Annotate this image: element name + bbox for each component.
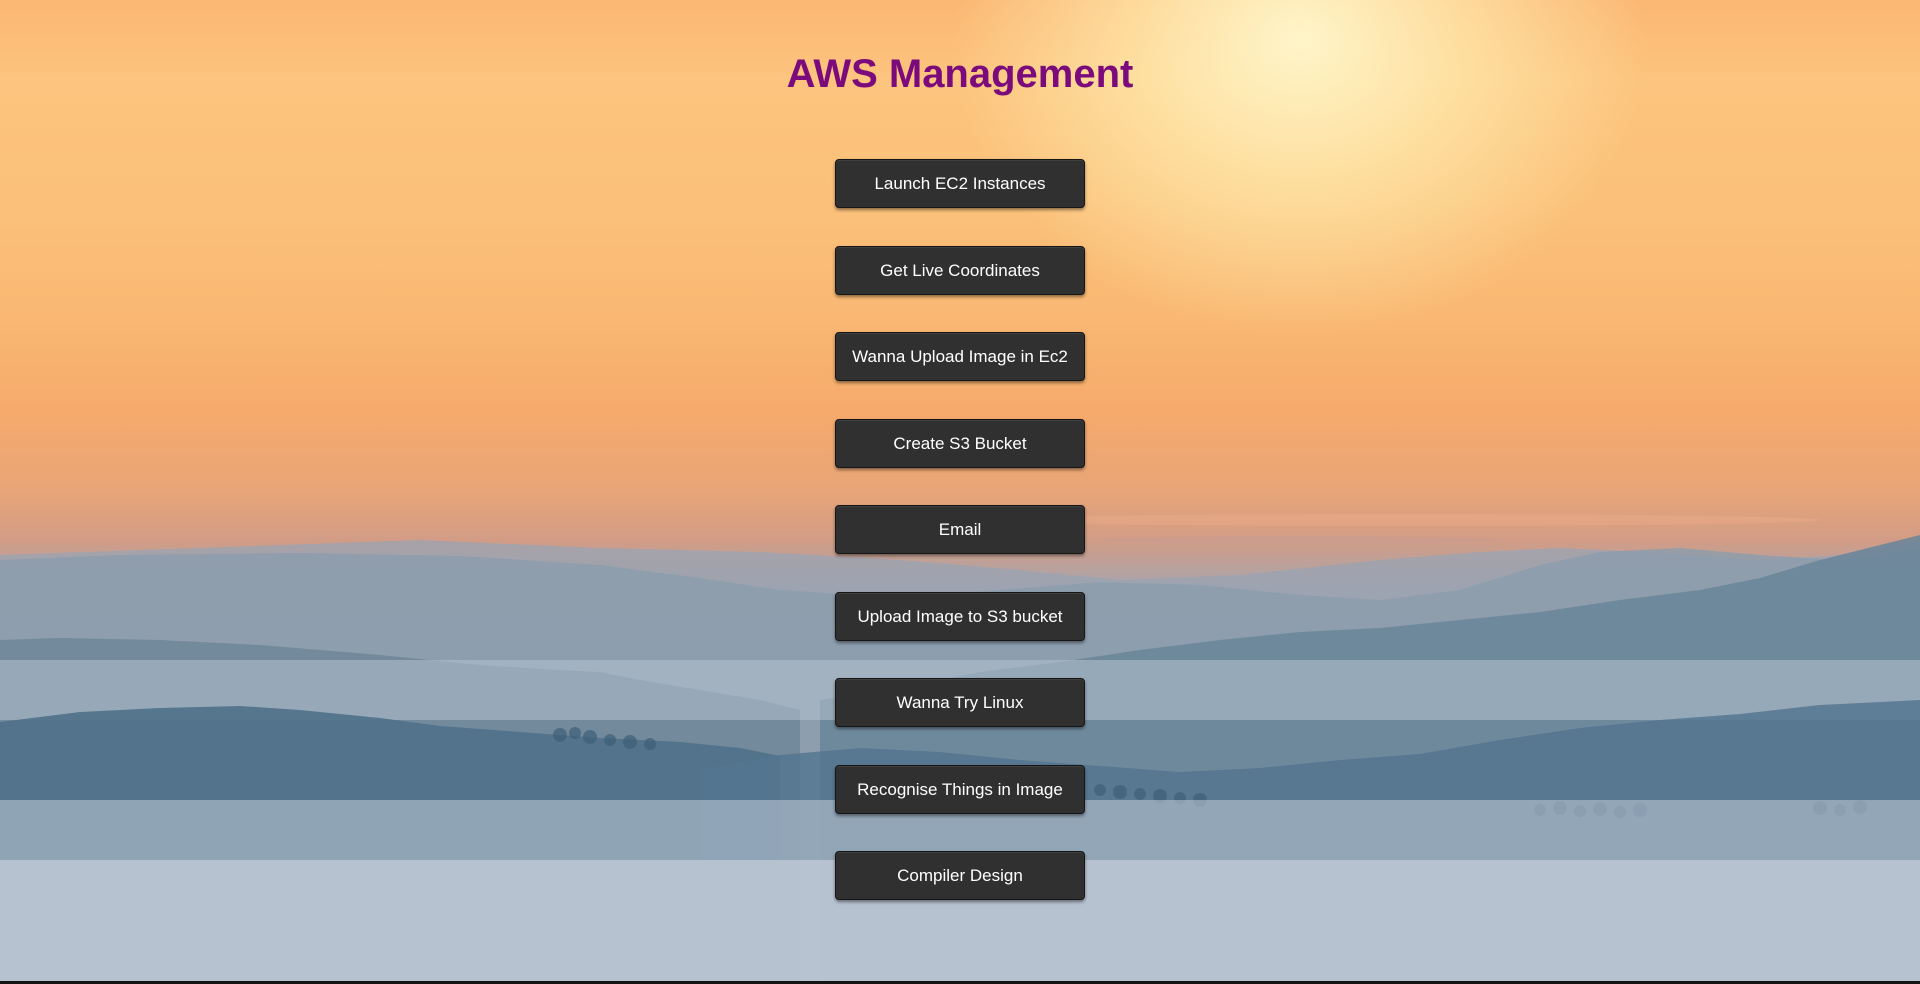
action-menu: Launch EC2 Instances Get Live Coordinate… — [835, 159, 1085, 938]
launch-ec2-instances-button[interactable]: Launch EC2 Instances — [835, 159, 1085, 208]
page-title: AWS Management — [786, 52, 1134, 96]
compiler-design-button[interactable]: Compiler Design — [835, 851, 1085, 900]
create-s3-bucket-button[interactable]: Create S3 Bucket — [835, 418, 1085, 468]
get-live-coordinates-button[interactable]: Get Live Coordinates — [835, 245, 1085, 295]
email-button[interactable]: Email — [835, 505, 1085, 554]
recognise-things-button[interactable]: Recognise Things in Image — [835, 764, 1085, 814]
try-linux-button[interactable]: Wanna Try Linux — [835, 678, 1085, 727]
upload-image-s3-button[interactable]: Upload Image to S3 bucket — [835, 591, 1085, 641]
upload-image-ec2-button[interactable]: Wanna Upload Image in Ec2 — [835, 332, 1085, 381]
